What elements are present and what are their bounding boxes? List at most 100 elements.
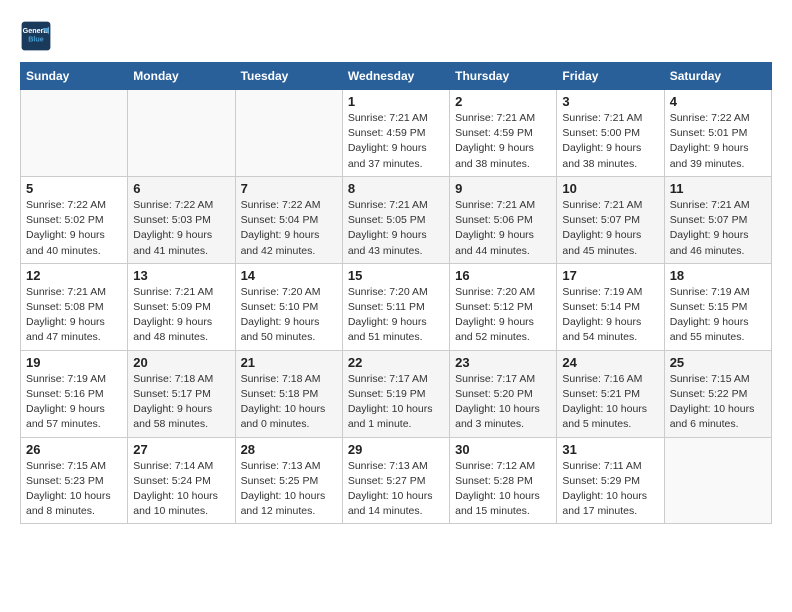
day-number: 8 (348, 181, 444, 196)
day-number: 12 (26, 268, 122, 283)
calendar-cell: 25 Sunrise: 7:15 AM Sunset: 5:22 PM Dayli… (664, 350, 771, 437)
day-number: 25 (670, 355, 766, 370)
day-info: Sunrise: 7:21 AM Sunset: 5:07 PM Dayligh… (670, 198, 766, 259)
day-number: 4 (670, 94, 766, 109)
day-info: Sunrise: 7:21 AM Sunset: 5:09 PM Dayligh… (133, 285, 229, 346)
calendar-page: General Blue SundayMondayTuesdayWednesda… (0, 0, 792, 534)
week-row-2: 5 Sunrise: 7:22 AM Sunset: 5:02 PM Daylig… (21, 176, 772, 263)
calendar-cell: 6 Sunrise: 7:22 AM Sunset: 5:03 PM Daylig… (128, 176, 235, 263)
day-number: 20 (133, 355, 229, 370)
day-info: Sunrise: 7:18 AM Sunset: 5:18 PM Dayligh… (241, 372, 337, 433)
calendar-cell: 19 Sunrise: 7:19 AM Sunset: 5:16 PM Dayli… (21, 350, 128, 437)
day-info: Sunrise: 7:21 AM Sunset: 5:00 PM Dayligh… (562, 111, 658, 172)
day-number: 16 (455, 268, 551, 283)
calendar-cell: 31Sunrise: 7:11 AM Sunset: 5:29 PM Dayli… (557, 437, 664, 524)
week-row-3: 12 Sunrise: 7:21 AM Sunset: 5:08 PM Dayli… (21, 263, 772, 350)
calendar-cell: 10 Sunrise: 7:21 AM Sunset: 5:07 PM Dayli… (557, 176, 664, 263)
day-info: Sunrise: 7:20 AM Sunset: 5:11 PM Dayligh… (348, 285, 444, 346)
day-number: 27 (133, 442, 229, 457)
week-row-5: 26 Sunrise: 7:15 AM Sunset: 5:23 PM Dayli… (21, 437, 772, 524)
week-row-1: 1 Sunrise: 7:21 AM Sunset: 4:59 PM Daylig… (21, 90, 772, 177)
day-info: Sunrise: 7:22 AM Sunset: 5:03 PM Dayligh… (133, 198, 229, 259)
day-info: Sunrise: 7:21 AM Sunset: 5:05 PM Dayligh… (348, 198, 444, 259)
calendar-cell (235, 90, 342, 177)
calendar-cell: 21 Sunrise: 7:18 AM Sunset: 5:18 PM Dayli… (235, 350, 342, 437)
day-info: Sunrise: 7:22 AM Sunset: 5:04 PM Dayligh… (241, 198, 337, 259)
day-info: Sunrise: 7:19 AM Sunset: 5:16 PM Dayligh… (26, 372, 122, 433)
day-info: Sunrise: 7:20 AM Sunset: 5:10 PM Dayligh… (241, 285, 337, 346)
day-info: Sunrise: 7:17 AM Sunset: 5:20 PM Dayligh… (455, 372, 551, 433)
calendar-cell: 1 Sunrise: 7:21 AM Sunset: 4:59 PM Daylig… (342, 90, 449, 177)
calendar-cell: 13 Sunrise: 7:21 AM Sunset: 5:09 PM Dayli… (128, 263, 235, 350)
calendar-table: SundayMondayTuesdayWednesdayThursdayFrid… (20, 62, 772, 524)
day-number: 24 (562, 355, 658, 370)
logo-icon: General Blue (20, 20, 52, 52)
day-number: 2 (455, 94, 551, 109)
day-number: 1 (348, 94, 444, 109)
day-info: Sunrise: 7:11 AM Sunset: 5:29 PM Dayligh… (562, 459, 658, 520)
calendar-cell: 24 Sunrise: 7:16 AM Sunset: 5:21 PM Dayli… (557, 350, 664, 437)
day-number: 9 (455, 181, 551, 196)
calendar-cell: 26 Sunrise: 7:15 AM Sunset: 5:23 PM Dayli… (21, 437, 128, 524)
calendar-cell: 28Sunrise: 7:13 AM Sunset: 5:25 PM Dayli… (235, 437, 342, 524)
calendar-cell: 12 Sunrise: 7:21 AM Sunset: 5:08 PM Dayli… (21, 263, 128, 350)
calendar-cell: 29Sunrise: 7:13 AM Sunset: 5:27 PM Dayli… (342, 437, 449, 524)
calendar-cell: 11 Sunrise: 7:21 AM Sunset: 5:07 PM Dayli… (664, 176, 771, 263)
day-info: Sunrise: 7:21 AM Sunset: 5:07 PM Dayligh… (562, 198, 658, 259)
day-info: Sunrise: 7:16 AM Sunset: 5:21 PM Dayligh… (562, 372, 658, 433)
day-number: 6 (133, 181, 229, 196)
day-info: Sunrise: 7:21 AM Sunset: 5:08 PM Dayligh… (26, 285, 122, 346)
calendar-cell: 23 Sunrise: 7:17 AM Sunset: 5:20 PM Dayli… (450, 350, 557, 437)
day-number: 3 (562, 94, 658, 109)
calendar-cell: 3 Sunrise: 7:21 AM Sunset: 5:00 PM Daylig… (557, 90, 664, 177)
day-number: 10 (562, 181, 658, 196)
day-number: 11 (670, 181, 766, 196)
day-info: Sunrise: 7:21 AM Sunset: 4:59 PM Dayligh… (455, 111, 551, 172)
day-number: 23 (455, 355, 551, 370)
calendar-cell: 7Sunrise: 7:22 AM Sunset: 5:04 PM Daylig… (235, 176, 342, 263)
day-number: 18 (670, 268, 766, 283)
weekday-header-monday: Monday (128, 63, 235, 90)
calendar-cell: 14 Sunrise: 7:20 AM Sunset: 5:10 PM Dayli… (235, 263, 342, 350)
day-number: 14 (241, 268, 337, 283)
weekday-header-tuesday: Tuesday (235, 63, 342, 90)
day-number: 30 (455, 442, 551, 457)
calendar-cell (21, 90, 128, 177)
day-number: 21 (241, 355, 337, 370)
day-info: Sunrise: 7:15 AM Sunset: 5:22 PM Dayligh… (670, 372, 766, 433)
day-info: Sunrise: 7:12 AM Sunset: 5:28 PM Dayligh… (455, 459, 551, 520)
calendar-cell: 4 Sunrise: 7:22 AM Sunset: 5:01 PM Daylig… (664, 90, 771, 177)
day-number: 15 (348, 268, 444, 283)
day-info: Sunrise: 7:13 AM Sunset: 5:25 PM Dayligh… (241, 459, 337, 520)
day-info: Sunrise: 7:22 AM Sunset: 5:01 PM Dayligh… (670, 111, 766, 172)
day-info: Sunrise: 7:21 AM Sunset: 4:59 PM Dayligh… (348, 111, 444, 172)
calendar-cell: 9 Sunrise: 7:21 AM Sunset: 5:06 PM Daylig… (450, 176, 557, 263)
logo: General Blue (20, 20, 52, 52)
weekday-header-thursday: Thursday (450, 63, 557, 90)
calendar-cell: 5 Sunrise: 7:22 AM Sunset: 5:02 PM Daylig… (21, 176, 128, 263)
calendar-cell: 27 Sunrise: 7:14 AM Sunset: 5:24 PM Dayli… (128, 437, 235, 524)
calendar-cell: 2 Sunrise: 7:21 AM Sunset: 4:59 PM Daylig… (450, 90, 557, 177)
day-number: 5 (26, 181, 122, 196)
day-number: 13 (133, 268, 229, 283)
day-info: Sunrise: 7:19 AM Sunset: 5:14 PM Dayligh… (562, 285, 658, 346)
header: General Blue (20, 20, 772, 52)
weekday-header-row: SundayMondayTuesdayWednesdayThursdayFrid… (21, 63, 772, 90)
calendar-cell (128, 90, 235, 177)
weekday-header-wednesday: Wednesday (342, 63, 449, 90)
day-number: 19 (26, 355, 122, 370)
calendar-cell (664, 437, 771, 524)
day-info: Sunrise: 7:21 AM Sunset: 5:06 PM Dayligh… (455, 198, 551, 259)
calendar-cell: 20Sunrise: 7:18 AM Sunset: 5:17 PM Dayli… (128, 350, 235, 437)
day-info: Sunrise: 7:14 AM Sunset: 5:24 PM Dayligh… (133, 459, 229, 520)
svg-text:Blue: Blue (28, 35, 44, 44)
day-info: Sunrise: 7:22 AM Sunset: 5:02 PM Dayligh… (26, 198, 122, 259)
day-number: 22 (348, 355, 444, 370)
calendar-cell: 8 Sunrise: 7:21 AM Sunset: 5:05 PM Daylig… (342, 176, 449, 263)
day-number: 26 (26, 442, 122, 457)
day-info: Sunrise: 7:17 AM Sunset: 5:19 PM Dayligh… (348, 372, 444, 433)
weekday-header-sunday: Sunday (21, 63, 128, 90)
day-info: Sunrise: 7:15 AM Sunset: 5:23 PM Dayligh… (26, 459, 122, 520)
day-number: 29 (348, 442, 444, 457)
calendar-cell: 22 Sunrise: 7:17 AM Sunset: 5:19 PM Dayli… (342, 350, 449, 437)
